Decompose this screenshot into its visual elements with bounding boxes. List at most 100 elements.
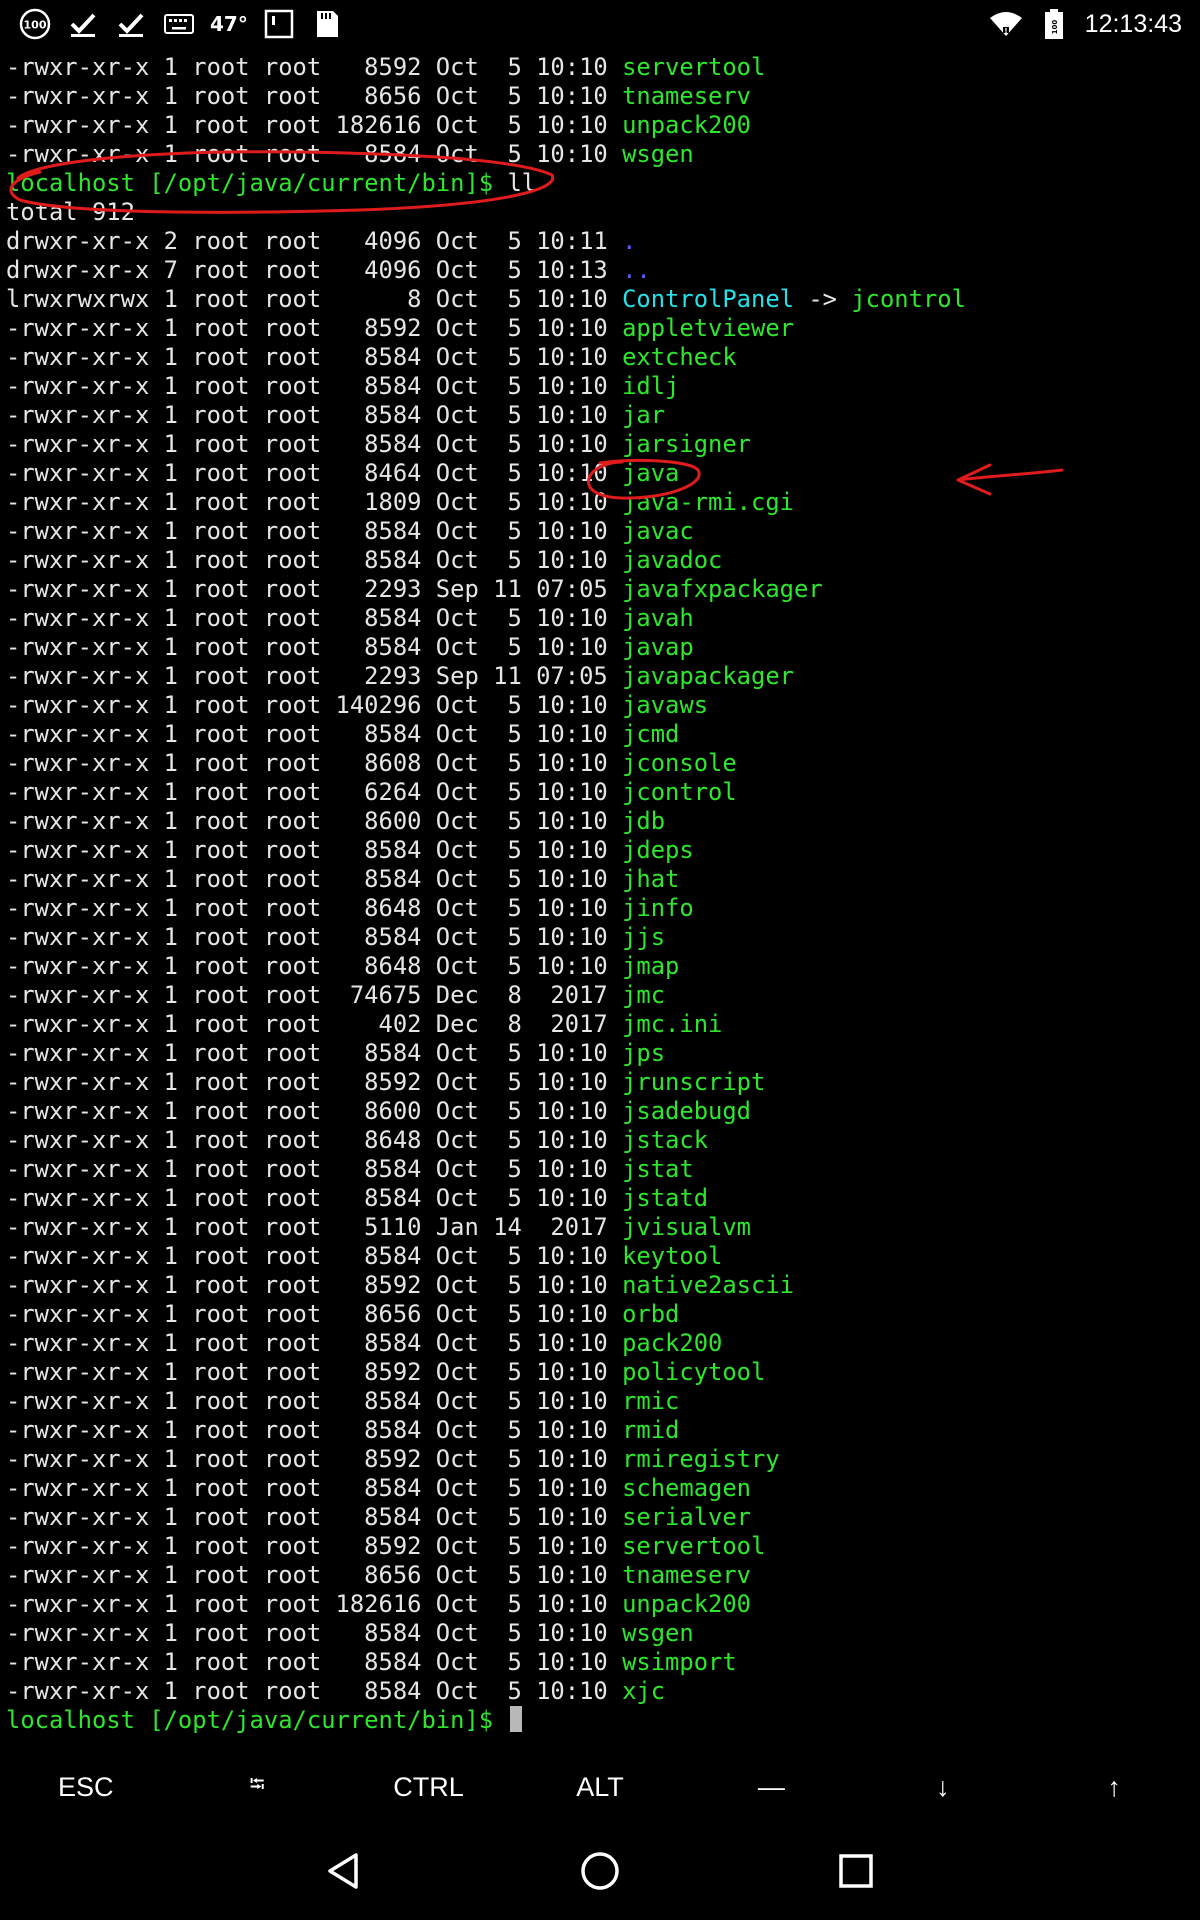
dash-key[interactable]: — [686, 1752, 857, 1822]
file-attributes: -rwxr-xr-x 1 root root 8464 Oct 5 10:10 [6, 459, 623, 487]
battery-100-circle-icon: 100 [18, 7, 52, 41]
terminal-line: -rwxr-xr-x 1 root root 2293 Sep 11 07:05… [6, 575, 823, 604]
wifi-icon: ! [989, 7, 1023, 41]
terminal-line: -rwxr-xr-x 1 root root 8592 Oct 5 10:10 … [6, 1532, 765, 1561]
file-attributes: -rwxr-xr-x 1 root root 8600 Oct 5 10:10 [6, 1097, 623, 1125]
file-name: rmic [622, 1387, 680, 1415]
file-name: java-rmi.cgi [622, 488, 794, 516]
file-name: jps [622, 1039, 666, 1067]
esc-key[interactable]: ESC [0, 1752, 171, 1822]
file-name: jmc.ini [622, 1010, 723, 1038]
file-name: jmap [622, 952, 680, 980]
prompt-line: localhost [/opt/java/current/bin]$ ll [6, 169, 536, 198]
terminal-line: -rwxr-xr-x 1 root root 8584 Oct 5 10:10 … [6, 401, 665, 430]
file-attributes: -rwxr-xr-x 1 root root 8592 Oct 5 10:10 [6, 314, 623, 342]
file-attributes: -rwxr-xr-x 1 root root 8656 Oct 5 10:10 [6, 82, 623, 110]
file-attributes: -rwxr-xr-x 1 root root 8648 Oct 5 10:10 [6, 952, 623, 980]
file-attributes: -rwxr-xr-x 1 root root 8592 Oct 5 10:10 [6, 1445, 623, 1473]
file-name: tnameserv [622, 1561, 752, 1589]
terminal-line: -rwxr-xr-x 1 root root 8584 Oct 5 10:10 … [6, 1474, 751, 1503]
file-attributes: -rwxr-xr-x 1 root root 2293 Sep 11 07:05 [6, 575, 623, 603]
file-name: jarsigner [622, 430, 752, 458]
file-attributes: -rwxr-xr-x 1 root root 8584 Oct 5 10:10 [6, 1648, 623, 1676]
file-name: unpack200 [622, 1590, 752, 1618]
terminal-output[interactable]: -rwxr-xr-x 1 root root 8592 Oct 5 10:10 … [0, 53, 1200, 1743]
file-name: xjc [622, 1677, 666, 1705]
alt-key[interactable]: ALT [514, 1752, 685, 1822]
file-name: javah [622, 604, 694, 632]
terminal-line: -rwxr-xr-x 1 root root 8584 Oct 5 10:10 … [6, 1387, 679, 1416]
file-attributes: -rwxr-xr-x 1 root root 6264 Oct 5 10:10 [6, 778, 623, 806]
file-attributes: -rwxr-xr-x 1 root root 8584 Oct 5 10:10 [6, 1155, 623, 1183]
terminal-line: -rwxr-xr-x 1 root root 8584 Oct 5 10:10 … [6, 633, 694, 662]
file-name: rmiregistry [622, 1445, 780, 1473]
terminal-line: -rwxr-xr-x 1 root root 8584 Oct 5 10:10 … [6, 1155, 694, 1184]
terminal-line: -rwxr-xr-x 1 root root 8584 Oct 5 10:10 … [6, 546, 722, 575]
file-attributes: -rwxr-xr-x 1 root root 182616 Oct 5 10:1… [6, 1590, 623, 1618]
file-attributes: -rwxr-xr-x 1 root root 140296 Oct 5 10:1… [6, 691, 623, 719]
terminal-line: -rwxr-xr-x 1 root root 8584 Oct 5 10:10 … [6, 923, 665, 952]
tab-key[interactable]: ⭾ [171, 1752, 342, 1822]
file-attributes: -rwxr-xr-x 1 root root 8584 Oct 5 10:10 [6, 1387, 623, 1415]
status-bar-left: 100 47° [18, 6, 344, 42]
file-attributes: -rwxr-xr-x 1 root root 8592 Oct 5 10:10 [6, 53, 623, 81]
terminal-line: -rwxr-xr-x 1 root root 182616 Oct 5 10:1… [6, 1590, 751, 1619]
file-name: jinfo [622, 894, 694, 922]
command-text [493, 1706, 507, 1734]
terminal-line: -rwxr-xr-x 1 root root 8584 Oct 5 10:10 … [6, 517, 694, 546]
file-name: jvisualvm [622, 1213, 752, 1241]
svg-text:100: 100 [24, 19, 47, 32]
text-cursor[interactable] [510, 1706, 523, 1732]
terminal-line: -rwxr-xr-x 1 root root 74675 Dec 8 2017 … [6, 981, 665, 1010]
terminal-line: -rwxr-xr-x 1 root root 402 Dec 8 2017 jm… [6, 1010, 722, 1039]
file-attributes: -rwxr-xr-x 1 root root 8656 Oct 5 10:10 [6, 1561, 623, 1589]
file-attributes: -rwxr-xr-x 1 root root 8584 Oct 5 10:10 [6, 1329, 623, 1357]
file-name: javapackager [622, 662, 794, 690]
arrow-up-key[interactable]: ↑ [1029, 1752, 1200, 1822]
checkmark-icon [114, 7, 148, 41]
arrow-down-key[interactable]: ↓ [857, 1752, 1028, 1822]
file-name: serialver [622, 1503, 752, 1531]
terminal-line: -rwxr-xr-x 1 root root 8584 Oct 5 10:10 … [6, 1329, 722, 1358]
home-nav-icon[interactable] [472, 1822, 728, 1920]
file-attributes: -rwxr-xr-x 1 root root 8584 Oct 5 10:10 [6, 865, 623, 893]
file-name: jstack [622, 1126, 709, 1154]
status-bar-right: ! 100 12:13:43 [989, 6, 1182, 42]
file-name: tnameserv [622, 82, 752, 110]
file-name: wsimport [622, 1648, 737, 1676]
terminal-line: -rwxr-xr-x 1 root root 8584 Oct 5 10:10 … [6, 1184, 708, 1213]
file-name: jstatd [622, 1184, 709, 1212]
ctrl-key[interactable]: CTRL [343, 1752, 514, 1822]
file-attributes: -rwxr-xr-x 1 root root 74675 Dec 8 2017 [6, 981, 623, 1009]
file-name: keytool [622, 1242, 723, 1270]
file-attributes: -rwxr-xr-x 1 root root 8648 Oct 5 10:10 [6, 1126, 623, 1154]
terminal-line: -rwxr-xr-x 1 root root 8648 Oct 5 10:10 … [6, 952, 679, 981]
file-attributes: -rwxr-xr-x 1 root root 8584 Oct 5 10:10 [6, 343, 623, 371]
file-name: javaws [622, 691, 709, 719]
file-attributes: -rwxr-xr-x 1 root root 8592 Oct 5 10:10 [6, 1532, 623, 1560]
terminal-line: -rwxr-xr-x 1 root root 8600 Oct 5 10:10 … [6, 807, 665, 836]
terminal-line: -rwxr-xr-x 1 root root 182616 Oct 5 10:1… [6, 111, 751, 140]
terminal-line: -rwxr-xr-x 1 root root 8592 Oct 5 10:10 … [6, 314, 794, 343]
symlink-target: jcontrol [851, 285, 966, 313]
file-name: jstat [622, 1155, 694, 1183]
file-name: native2ascii [622, 1271, 794, 1299]
file-attributes: -rwxr-xr-x 1 root root 8584 Oct 5 10:10 [6, 546, 623, 574]
file-name: policytool [622, 1358, 766, 1386]
file-attributes: -rwxr-xr-x 1 root root 8584 Oct 5 10:10 [6, 604, 623, 632]
file-attributes: -rwxr-xr-x 1 root root 182616 Oct 5 10:1… [6, 111, 623, 139]
file-attributes: -rwxr-xr-x 1 root root 8584 Oct 5 10:10 [6, 1677, 623, 1705]
file-attributes: lrwxrwxrwx 1 root root 8 Oct 5 10:10 [6, 285, 623, 313]
file-name: schemagen [622, 1474, 752, 1502]
terminal-line: -rwxr-xr-x 1 root root 8600 Oct 5 10:10 … [6, 1097, 751, 1126]
file-name: jsadebugd [622, 1097, 752, 1125]
file-attributes: -rwxr-xr-x 1 root root 8656 Oct 5 10:10 [6, 1300, 623, 1328]
terminal-line: -rwxr-xr-x 1 root root 8648 Oct 5 10:10 … [6, 894, 694, 923]
file-attributes: -rwxr-xr-x 1 root root 8584 Oct 5 10:10 [6, 372, 623, 400]
file-attributes: -rwxr-xr-x 1 root root 8592 Oct 5 10:10 [6, 1358, 623, 1386]
terminal-line: -rwxr-xr-x 1 root root 8584 Oct 5 10:10 … [6, 140, 694, 169]
recents-nav-icon[interactable] [728, 1822, 984, 1920]
file-name: wsgen [622, 1619, 694, 1647]
file-name: jhat [622, 865, 680, 893]
back-nav-icon[interactable] [216, 1822, 472, 1920]
